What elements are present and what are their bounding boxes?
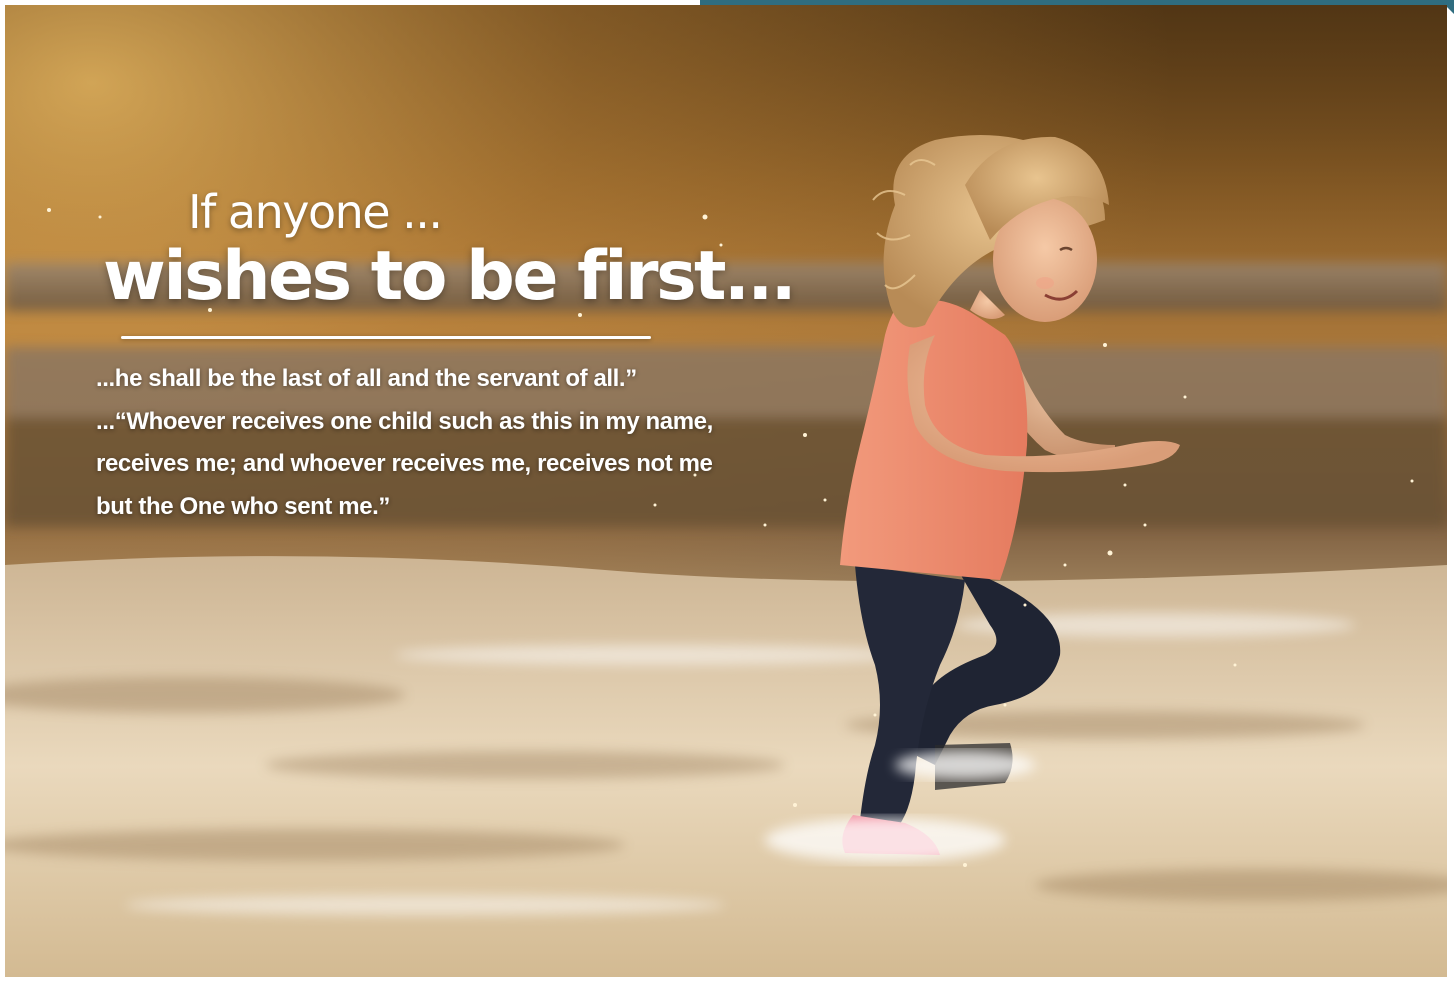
hero-photo-frame: If anyone ... wishes to be first... ...h… <box>5 5 1447 977</box>
hero-photo <box>5 5 1447 977</box>
